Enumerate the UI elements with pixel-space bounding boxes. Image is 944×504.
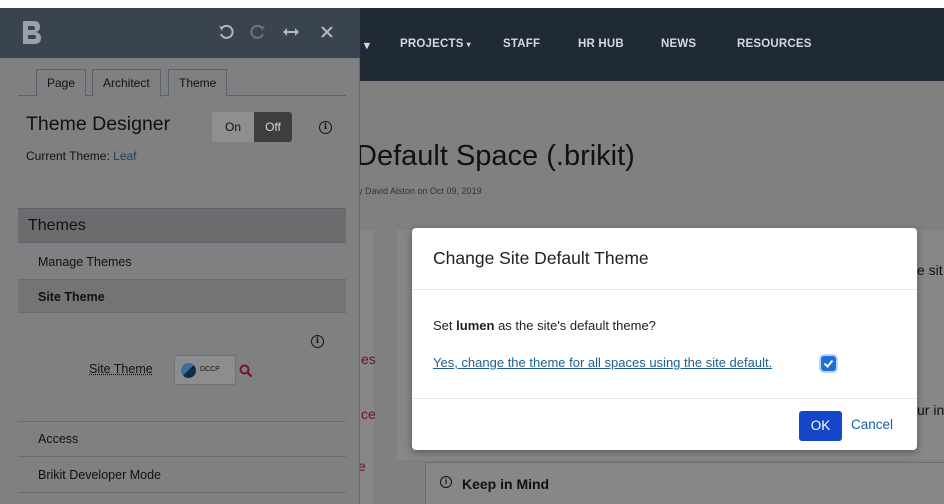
current-theme-label: Current Theme: bbox=[26, 149, 110, 163]
divider bbox=[18, 456, 346, 457]
page-title: Default Space (.brikit) bbox=[356, 140, 635, 172]
toggle-on-button[interactable]: On bbox=[212, 112, 254, 142]
ok-button[interactable]: OK bbox=[799, 411, 842, 441]
question-theme-name: lumen bbox=[456, 318, 495, 333]
question-suffix: as the site's default theme? bbox=[498, 318, 656, 333]
page-text-fragment: ce bbox=[361, 406, 376, 422]
nav-item-projects[interactable]: PROJECTS ▾ bbox=[400, 38, 471, 50]
site-theme-field-label: Site Theme bbox=[89, 362, 153, 376]
resize-horizontal-icon[interactable] bbox=[282, 24, 300, 40]
site-theme-chip[interactable]: DCCP bbox=[174, 355, 236, 385]
keep-in-mind-title: Keep in Mind bbox=[462, 476, 550, 492]
menu-item-label: Manage Themes bbox=[38, 255, 132, 269]
dialog-divider bbox=[412, 398, 917, 399]
question-prefix: Set bbox=[433, 318, 453, 333]
themes-section-title: Themes bbox=[28, 217, 86, 234]
menu-item-label: Site Theme bbox=[38, 290, 105, 304]
dialog-title: Change Site Default Theme bbox=[433, 248, 649, 268]
apply-all-spaces-checkbox[interactable] bbox=[821, 356, 836, 371]
current-theme-value[interactable]: Leaf bbox=[113, 149, 136, 163]
close-icon[interactable] bbox=[320, 25, 334, 39]
page-text-fragment: e sit bbox=[917, 262, 943, 278]
theme-designer-toggle[interactable]: On Off bbox=[212, 112, 292, 142]
theme-thumbnail-icon bbox=[181, 363, 196, 378]
nav-item-resources[interactable]: RESOURCES bbox=[737, 38, 812, 50]
undo-icon[interactable] bbox=[218, 24, 234, 40]
info-icon: i bbox=[440, 476, 452, 488]
tab-theme[interactable]: Theme bbox=[168, 69, 228, 97]
theme-chip-label: DCCP bbox=[200, 366, 220, 373]
nav-item-label: PROJECTS bbox=[400, 38, 464, 50]
current-theme: Current Theme: Leaf bbox=[26, 149, 137, 163]
keep-in-mind-box: i Keep in Mind bbox=[425, 462, 944, 504]
menu-item-access[interactable]: Access bbox=[18, 424, 346, 454]
tab-page[interactable]: Page bbox=[36, 69, 87, 97]
page-byline: y David Alston on Oct 09, 2019 bbox=[358, 186, 482, 196]
change-theme-dialog: Change Site Default Theme Set lumen as t… bbox=[412, 228, 917, 450]
info-icon[interactable]: i bbox=[311, 335, 324, 348]
nav-item-news[interactable]: NEWS bbox=[661, 38, 696, 50]
apply-all-spaces-link[interactable]: Yes, change the theme for all spaces usi… bbox=[433, 355, 772, 370]
nav-caret-icon[interactable]: ▾ bbox=[364, 38, 370, 52]
menu-item-manage-themes[interactable]: Manage Themes bbox=[18, 247, 346, 277]
cancel-button[interactable]: Cancel bbox=[851, 417, 893, 432]
theme-designer-title: Theme Designer bbox=[26, 113, 171, 135]
dialog-question: Set lumen as the site's default theme? bbox=[433, 318, 656, 333]
divider bbox=[18, 421, 346, 422]
page-text-fragment: ur in bbox=[917, 402, 944, 418]
chevron-down-icon: ▾ bbox=[466, 40, 471, 49]
menu-item-developer-mode[interactable]: Brikit Developer Mode bbox=[18, 460, 346, 490]
menu-item-label: Access bbox=[38, 432, 79, 446]
themes-section-header: Themes bbox=[18, 208, 346, 243]
panel-tabs: Page Architect Theme bbox=[18, 60, 346, 97]
menu-item-site-theme[interactable]: Site Theme bbox=[18, 279, 346, 313]
menu-item-label: Brikit Developer Mode bbox=[38, 468, 161, 482]
brikit-logo-icon bbox=[23, 21, 41, 44]
dialog-divider bbox=[412, 289, 917, 290]
redo-icon[interactable] bbox=[250, 24, 266, 40]
panel-header bbox=[0, 8, 360, 58]
tab-architect[interactable]: Architect bbox=[92, 69, 161, 97]
divider bbox=[18, 492, 346, 493]
toggle-off-button[interactable]: Off bbox=[254, 112, 292, 142]
nav-item-hr-hub[interactable]: HR HUB bbox=[578, 38, 624, 50]
search-icon[interactable] bbox=[239, 364, 253, 378]
info-icon[interactable]: i bbox=[319, 121, 332, 134]
nav-item-staff[interactable]: STAFF bbox=[503, 38, 540, 50]
top-navbar: ▾ PROJECTS ▾ STAFF HR HUB NEWS RESOURCES bbox=[360, 8, 944, 81]
page-text-fragment: es bbox=[361, 351, 376, 367]
top-edge bbox=[0, 0, 944, 8]
